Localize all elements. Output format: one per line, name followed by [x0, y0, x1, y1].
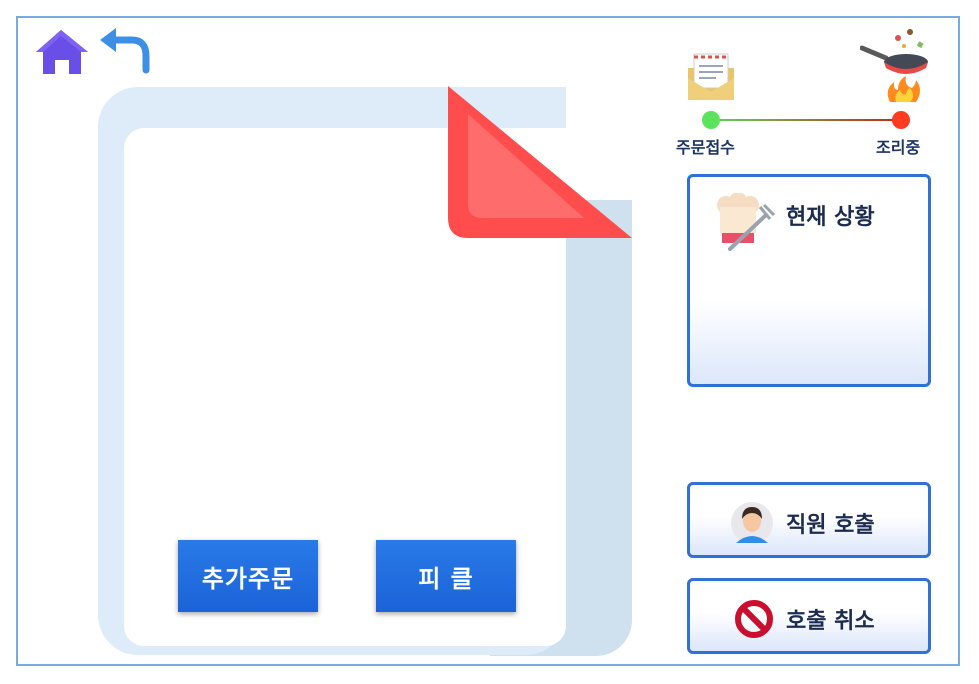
pickle-button[interactable]: 피 클 [376, 540, 516, 612]
paper-fold-corner-icon [448, 86, 632, 238]
home-icon[interactable] [34, 28, 90, 76]
call-staff-button[interactable]: 직원 호출 [687, 482, 931, 558]
step-label-order-received: 주문접수 [676, 138, 735, 157]
chef-hat-fork-icon [717, 193, 776, 251]
staff-avatar-icon [731, 502, 773, 544]
cooking-dot [892, 111, 910, 129]
order-envelope-icon [688, 53, 734, 100]
order-received-dot [702, 111, 720, 129]
back-arrow-icon[interactable] [98, 26, 152, 76]
cooking-pan-icon [860, 29, 928, 102]
no-sign-icon [735, 600, 773, 638]
cancel-call-button[interactable]: 호출 취소 [687, 578, 931, 654]
step-label-cooking: 조리중 [876, 138, 921, 157]
current-status-panel: 현재 상황 [687, 174, 931, 387]
add-order-button[interactable]: 추가주문 [178, 540, 318, 612]
call-staff-label: 직원 호출 [786, 513, 875, 538]
status-panel-title: 현재 상황 [786, 205, 875, 230]
cancel-call-label: 호출 취소 [786, 609, 875, 634]
progress-line [711, 119, 901, 121]
